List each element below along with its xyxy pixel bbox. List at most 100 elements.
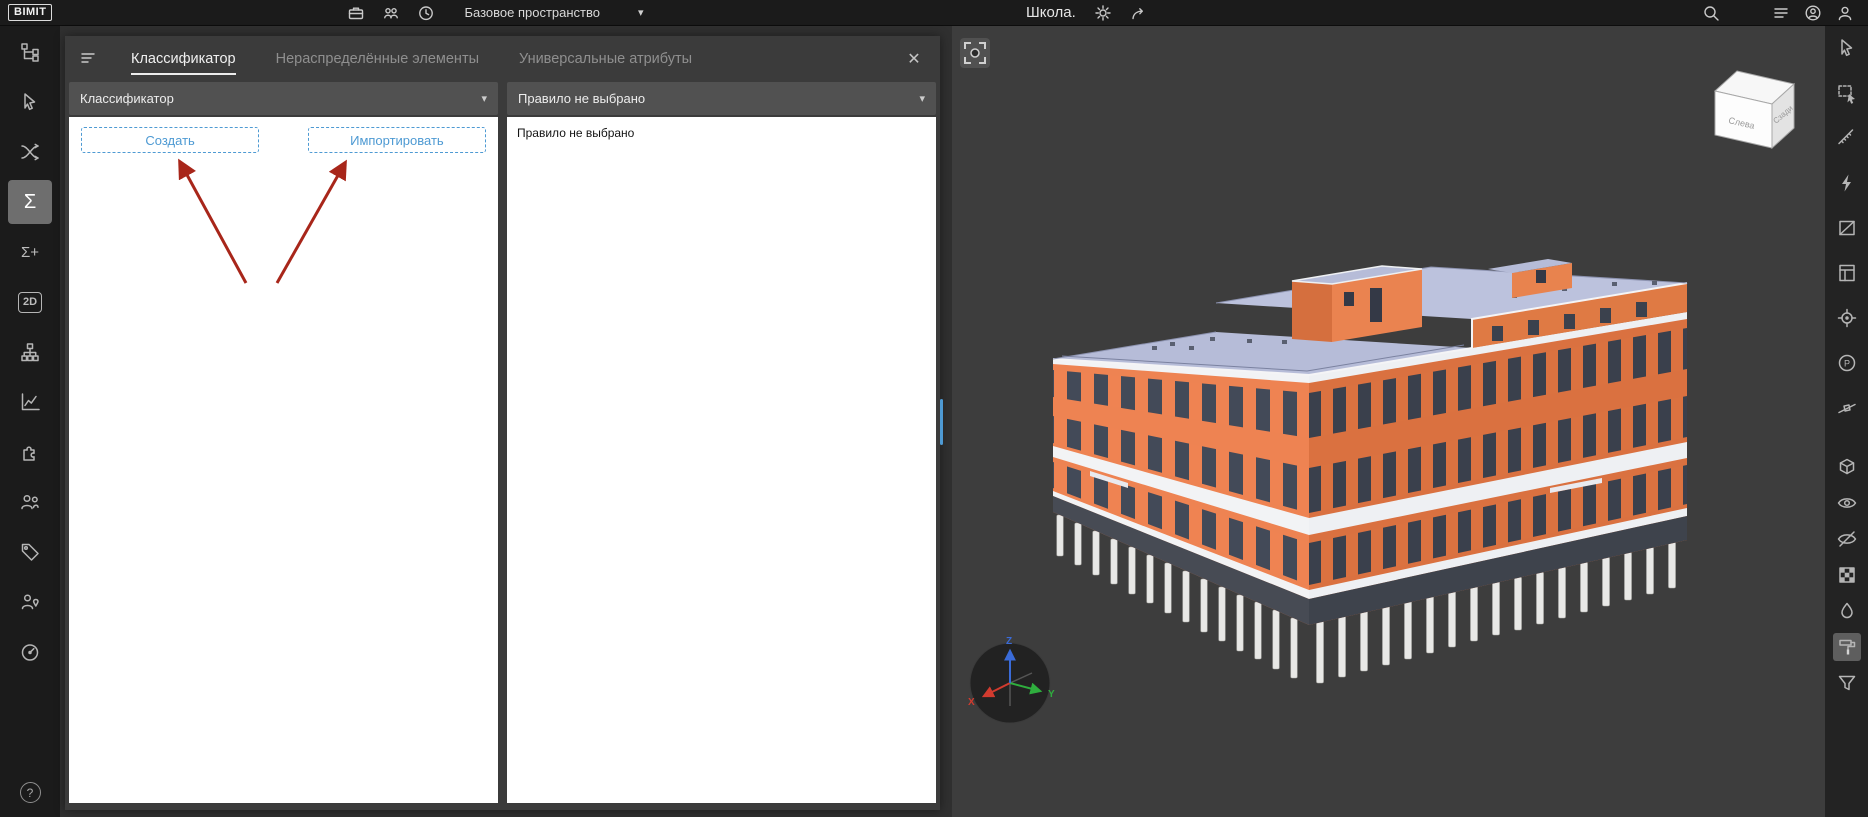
rules-column: Правило не выбрано ▾ Правило не выбрано [507,82,936,803]
tool-plugins[interactable] [8,430,52,474]
tool-locate-element[interactable] [1833,304,1861,332]
tool-relations[interactable] [8,130,52,174]
tool-cursor[interactable] [1833,34,1861,62]
search-button[interactable] [1702,4,1720,22]
tab-unassigned-elements[interactable]: Нераспределённые элементы [276,36,479,82]
workspace-area: Слева Сзади X Y Z [60,26,1825,817]
classifier-dropdown-label: Классификатор [80,91,174,106]
svg-text:P: P [1843,359,1849,369]
area-select-icon [1836,82,1858,104]
axis-x-label: X [968,697,975,708]
app-logo: BIMIT [8,4,52,21]
gear-icon [1094,4,1112,22]
history-button[interactable] [417,4,435,22]
clip-plane-icon [1836,397,1858,419]
tool-visibility[interactable] [1833,489,1861,517]
tool-users[interactable] [8,480,52,524]
team-button[interactable] [382,4,400,22]
settings-button[interactable] [1094,4,1112,22]
history-clock-icon [417,4,435,22]
tool-collector[interactable]: Σ [8,180,52,224]
tab-universal-attributes[interactable]: Универсальные атрибуты [519,36,692,82]
left-toolbar: Σ Σ+ 2D ? [0,26,60,817]
tool-collector-add[interactable]: Σ+ [8,230,52,274]
line-chart-icon [19,391,41,413]
panel-resize-handle[interactable] [940,399,943,445]
lightning-icon [1836,172,1858,194]
tool-measure[interactable] [1833,124,1861,152]
sheet-icon [1836,262,1858,284]
model-tree-icon [19,41,41,63]
tool-drawing-sheet[interactable] [1833,259,1861,287]
tool-filter[interactable] [1833,669,1861,697]
panel-menu-button[interactable] [79,49,97,70]
share-button[interactable] [1130,4,1148,22]
tool-user-location[interactable] [8,580,52,624]
tool-section-view[interactable] [1833,214,1861,242]
classifier-dropdown[interactable]: Классификатор ▾ [69,82,498,115]
tool-charts[interactable] [8,380,52,424]
org-chart-icon [19,341,41,363]
project-title: Школа. [1026,4,1076,21]
workspace-selector[interactable]: Базовое пространство ▾ [464,5,643,20]
tab-classifier[interactable]: Классификатор [131,36,236,82]
ruler-icon [1836,127,1858,149]
tool-small-cube[interactable] [1833,453,1861,481]
crossing-arrows-icon [19,141,41,163]
help-button[interactable]: ? [20,782,41,803]
sigma-icon: Σ [24,192,36,212]
caret-down-icon: ▾ [481,92,487,105]
locate-icon [1836,307,1858,329]
classifier-panel: Классификатор Нераспределённые элементы … [65,36,940,810]
viewport-3d[interactable]: Слева Сзади X Y Z [952,26,1825,817]
building-3d-scene: Слева Сзади X Y Z [952,26,1825,817]
menu-lines-icon [79,49,97,67]
tool-hide-elements[interactable] [1833,525,1861,553]
caret-down-icon: ▾ [638,6,644,19]
focus-selection-button[interactable] [960,38,990,68]
tool-tags[interactable] [8,530,52,574]
user-bust-icon [1836,4,1854,22]
import-classifier-button[interactable]: Импортировать [308,127,486,153]
focus-icon [960,38,990,68]
eye-off-icon [1836,528,1858,550]
tool-isolate[interactable] [1833,561,1861,589]
tool-model-tree[interactable] [8,30,52,74]
paint-roller-icon [1836,636,1858,658]
tag-icon [19,541,41,563]
create-classifier-button[interactable]: Создать [81,127,259,153]
cube-icon [1836,456,1858,478]
checkerboard-icon [1836,564,1858,586]
profile-button[interactable] [1836,4,1854,22]
tool-select[interactable] [8,80,52,124]
topbar: BIMIT Базовое пространство ▾ Школа. [0,0,1868,26]
tool-2d-drawings[interactable]: 2D [8,280,52,324]
account-button[interactable] [1804,4,1822,22]
section-icon [1836,217,1858,239]
right-toolbar: P [1825,26,1868,817]
axis-gizmo[interactable]: X Y Z [968,636,1055,723]
tool-properties[interactable]: P [1833,349,1861,377]
eye-icon [1836,492,1858,514]
tool-quick-properties[interactable] [1833,169,1861,197]
classifier-column: Классификатор ▾ Создать Импортировать [69,82,498,803]
close-panel-button[interactable]: ✕ [902,47,926,71]
search-icon [1702,4,1720,22]
help-icon: ? [27,786,34,800]
tool-paint-roller[interactable] [1833,633,1861,661]
sigma-plus-icon: Σ+ [21,245,39,260]
menu-list-button[interactable] [1772,4,1790,22]
panel-tabs: Классификатор Нераспределённые элементы … [65,36,940,82]
person-pin-icon [19,591,41,613]
nav-cube[interactable]: Слева Сзади [1715,71,1795,148]
tool-section-plane[interactable] [1833,394,1861,422]
funnel-icon [1836,672,1858,694]
tool-dashboard[interactable] [8,630,52,674]
account-circle-icon [1804,4,1822,22]
tool-hierarchy[interactable] [8,330,52,374]
tool-select-area[interactable] [1833,79,1861,107]
tool-appearance[interactable] [1833,597,1861,625]
project-case-button[interactable] [347,4,365,22]
rule-dropdown[interactable]: Правило не выбрано ▾ [507,82,936,115]
users-icon [19,491,41,513]
